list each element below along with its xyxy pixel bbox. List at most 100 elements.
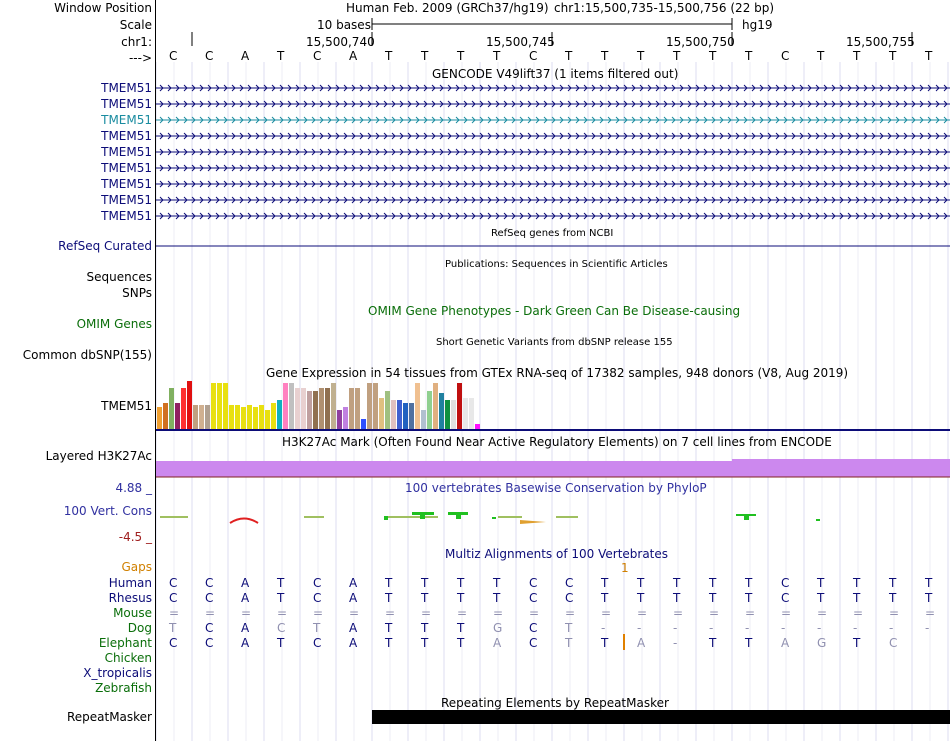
species-label[interactable]: Human bbox=[109, 576, 152, 590]
gtex-bar bbox=[229, 405, 234, 429]
ruler-base: T bbox=[565, 49, 573, 63]
gtex-bar bbox=[319, 388, 324, 429]
gtex-bar bbox=[181, 388, 186, 429]
alignment-base: T bbox=[385, 576, 393, 590]
species-label[interactable]: Elephant bbox=[99, 636, 152, 650]
alignment-base: - bbox=[925, 621, 930, 635]
alignment-base: = bbox=[421, 606, 432, 620]
browser-track-image[interactable]: Human Feb. 2009 (GRCh37/hg19) chr1:15,50… bbox=[156, 0, 950, 741]
ruler-base: C bbox=[205, 49, 214, 63]
gencode-row-label[interactable]: TMEM51 bbox=[101, 145, 152, 159]
gtex-bar bbox=[313, 391, 318, 429]
gencode-row-label[interactable]: TMEM51 bbox=[101, 81, 152, 95]
label-repeatmasker[interactable]: RepeatMasker bbox=[67, 710, 152, 724]
alignment-base: = bbox=[673, 606, 684, 620]
alignment-base: = bbox=[205, 606, 216, 620]
alignment-base: T bbox=[457, 636, 465, 650]
alignment-base: C bbox=[205, 621, 214, 635]
gencode-title: GENCODE V49lift37 (1 items filtered out) bbox=[432, 67, 679, 81]
label-dbsnp[interactable]: Common dbSNP(155) bbox=[23, 348, 152, 362]
label-gtex[interactable]: TMEM51 bbox=[101, 399, 152, 413]
alignment-base: T bbox=[601, 576, 609, 590]
gtex-bar bbox=[157, 407, 162, 429]
gencode-row-label[interactable]: TMEM51 bbox=[101, 209, 152, 223]
gencode-row-label[interactable]: TMEM51 bbox=[101, 97, 152, 111]
h3k27ac-signal bbox=[156, 461, 732, 477]
alignment-base: = bbox=[313, 606, 324, 620]
alignment-base: T bbox=[817, 591, 825, 605]
alignment-base: = bbox=[853, 606, 864, 620]
alignment-base: T bbox=[925, 591, 933, 605]
alignment-base: C bbox=[205, 591, 214, 605]
gtex-bar bbox=[391, 400, 396, 429]
species-label[interactable]: X_tropicalis bbox=[83, 666, 152, 680]
gtex-bar bbox=[199, 405, 204, 429]
label-cons[interactable]: 100 Vert. Cons bbox=[64, 504, 152, 518]
alignment-base: = bbox=[385, 606, 396, 620]
species-label[interactable]: Mouse bbox=[113, 606, 152, 620]
alignment-base: - bbox=[817, 621, 822, 635]
alignment-base: T bbox=[709, 591, 717, 605]
ruler-base: T bbox=[673, 49, 681, 63]
ruler-base: T bbox=[385, 49, 393, 63]
cons-negative-mark bbox=[520, 520, 546, 524]
label-sequences[interactable]: Sequences bbox=[87, 270, 152, 284]
label-chrom: chr1: bbox=[121, 35, 152, 49]
gtex-bar bbox=[247, 405, 252, 429]
alignment-base: T bbox=[709, 636, 717, 650]
species-label[interactable]: Rhesus bbox=[109, 591, 152, 605]
alignment-base: - bbox=[637, 621, 642, 635]
gencode-row-label[interactable]: TMEM51 bbox=[101, 161, 152, 175]
publications-title: Publications: Sequences in Scientific Ar… bbox=[445, 259, 668, 270]
cons-title: 100 vertebrates Basewise Conservation by… bbox=[405, 481, 707, 495]
species-label[interactable]: Dog bbox=[128, 621, 152, 635]
position-text: chr1:15,500,735-15,500,756 (22 bp) bbox=[554, 1, 775, 15]
alignment-base: T bbox=[169, 621, 177, 635]
gtex-bar bbox=[433, 383, 438, 429]
gtex-bar bbox=[211, 383, 216, 429]
ruler-base: C bbox=[529, 49, 538, 63]
alignment-base: T bbox=[421, 621, 429, 635]
gencode-row-label[interactable]: TMEM51 bbox=[101, 113, 152, 127]
ruler-base: C bbox=[313, 49, 322, 63]
alignment-base: T bbox=[385, 591, 393, 605]
alignment-base: - bbox=[781, 621, 786, 635]
alignment-base: T bbox=[853, 636, 861, 650]
label-window-position: Window Position bbox=[54, 1, 152, 15]
label-refseq[interactable]: RefSeq Curated bbox=[58, 239, 152, 253]
label-cons-min: -4.5 _ bbox=[118, 530, 152, 544]
gtex-bar bbox=[259, 405, 264, 429]
scale-text: 10 bases bbox=[317, 18, 371, 32]
species-label[interactable]: Zebrafish bbox=[95, 681, 152, 695]
gtex-bar bbox=[343, 407, 348, 429]
cons-positive-mark bbox=[492, 517, 496, 519]
alignment-base: T bbox=[745, 636, 753, 650]
gtex-bar bbox=[385, 391, 390, 429]
species-label[interactable]: Chicken bbox=[105, 651, 152, 665]
scale-db: hg19 bbox=[742, 18, 773, 32]
label-h3k27ac[interactable]: Layered H3K27Ac bbox=[46, 449, 152, 463]
alignment-base: T bbox=[673, 591, 681, 605]
gencode-row-label[interactable]: TMEM51 bbox=[101, 129, 152, 143]
cons-positive-mark bbox=[384, 516, 388, 520]
ruler-tick-label: 15,500,745 bbox=[486, 35, 555, 49]
gtex-bar bbox=[307, 391, 312, 429]
alignment-base: C bbox=[313, 591, 322, 605]
alignment-base: C bbox=[313, 576, 322, 590]
label-omim[interactable]: OMIM Genes bbox=[77, 317, 152, 331]
ruler-base: T bbox=[745, 49, 753, 63]
h3k27ac-title: H3K27Ac Mark (Often Found Near Active Re… bbox=[282, 435, 832, 449]
cons-positive-mark bbox=[816, 519, 820, 521]
label-snps[interactable]: SNPs bbox=[122, 286, 152, 300]
alignment-base: = bbox=[349, 606, 360, 620]
gencode-row-label[interactable]: TMEM51 bbox=[101, 177, 152, 191]
gtex-bar bbox=[379, 398, 384, 429]
repeatmasker-element bbox=[372, 710, 950, 724]
alignment-base: T bbox=[277, 576, 285, 590]
gencode-row-label[interactable]: TMEM51 bbox=[101, 193, 152, 207]
gtex-bar bbox=[235, 405, 240, 429]
gtex-bar bbox=[325, 388, 330, 429]
alignment-base: T bbox=[853, 591, 861, 605]
alignment-base: A bbox=[637, 636, 646, 650]
gtex-bar bbox=[373, 383, 378, 429]
